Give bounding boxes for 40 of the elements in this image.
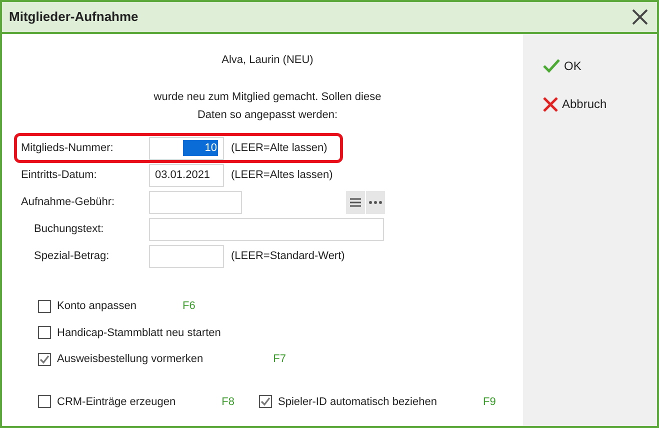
hint-text: (LEER=Altes lassen) bbox=[231, 168, 333, 183]
hint-text: (LEER=Standard-Wert) bbox=[231, 248, 345, 264]
close-button[interactable] bbox=[630, 7, 650, 27]
checkbox-label[interactable]: Ausweisbestellung vormerken bbox=[57, 351, 204, 368]
menu-icon bbox=[350, 198, 361, 206]
checkbox-label[interactable]: CRM-Einträge erzeugen bbox=[57, 394, 176, 410]
checkbox[interactable] bbox=[38, 326, 51, 340]
input-field[interactable]: 10 bbox=[149, 136, 224, 160]
message-text: Alva, Laurin (NEU) bbox=[222, 53, 314, 68]
message-text: wurde neu zum Mitglied gemacht. Sollen diese bbox=[154, 90, 382, 105]
shortcut-key: F9 bbox=[482, 394, 496, 410]
checkmark-icon bbox=[543, 59, 560, 73]
input-field[interactable] bbox=[149, 190, 242, 214]
cancel-button[interactable]: Abbruch bbox=[543, 92, 657, 116]
checkbox[interactable] bbox=[38, 352, 51, 366]
checkbox[interactable] bbox=[38, 395, 51, 408]
more-button[interactable] bbox=[366, 190, 385, 214]
input-field[interactable] bbox=[149, 244, 224, 268]
ok-button[interactable]: OK bbox=[543, 54, 657, 78]
field-label: Mitglieds-Nummer: bbox=[20, 140, 114, 156]
checkbox-label[interactable]: Spieler-ID automatisch beziehen bbox=[278, 394, 437, 410]
hint-text: (LEER=Alte lassen) bbox=[231, 140, 328, 156]
checkbox-label[interactable]: Handicap-Stammblatt neu starten bbox=[57, 324, 221, 341]
field-label: Spezial-Betrag: bbox=[33, 248, 110, 264]
field-label: Buchungstext: bbox=[33, 222, 105, 237]
checkbox-label[interactable]: Konto anpassen bbox=[57, 298, 137, 314]
checkbox[interactable] bbox=[38, 300, 51, 313]
checkbox[interactable] bbox=[259, 395, 272, 408]
input-field[interactable]: 03.01.2021 bbox=[149, 164, 224, 186]
shortcut-key: F7 bbox=[273, 351, 286, 368]
field-label: Aufnahme-Gebühr: bbox=[20, 194, 116, 210]
more-icon bbox=[369, 200, 382, 204]
shortcut-key: F6 bbox=[182, 298, 196, 314]
input-field[interactable] bbox=[149, 218, 384, 240]
menu-button[interactable] bbox=[346, 190, 365, 214]
cross-icon bbox=[543, 96, 558, 112]
field-label: Eintritts-Datum: bbox=[20, 168, 98, 183]
window-title: Mitglieder-Aufnahme bbox=[9, 8, 138, 26]
shortcut-key: F8 bbox=[222, 394, 234, 410]
message-text: Daten so angepasst werden: bbox=[197, 108, 338, 123]
